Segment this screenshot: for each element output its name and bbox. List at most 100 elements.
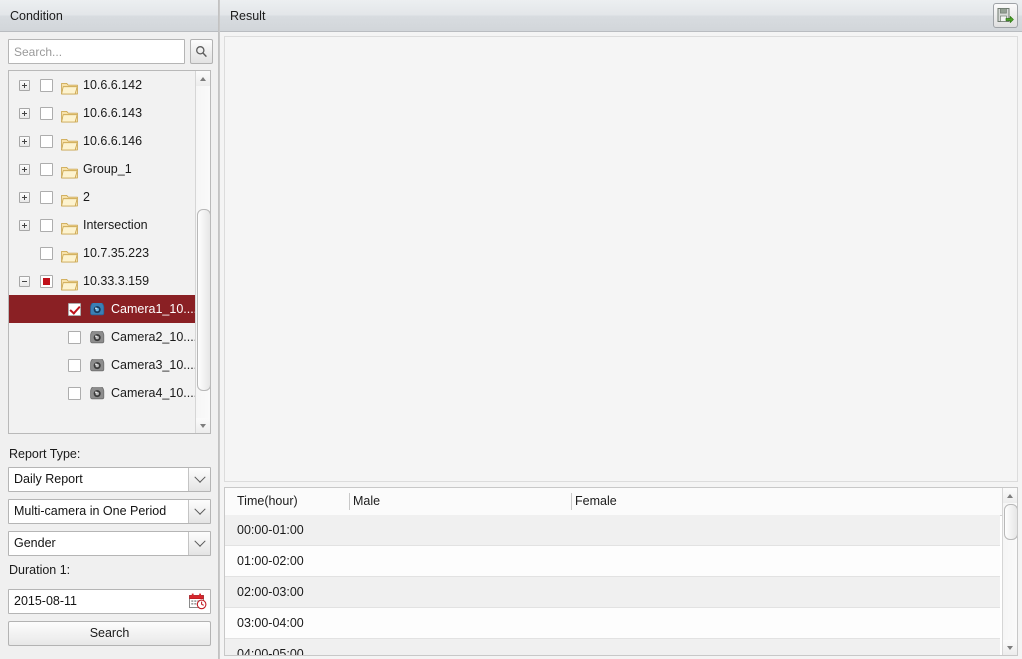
tree-expand-button[interactable] <box>19 80 30 91</box>
result-panel-title: Result <box>230 9 266 23</box>
report-type-select[interactable]: Daily Report <box>8 467 211 492</box>
table-scroll-up-button[interactable] <box>1003 488 1017 503</box>
table-scroll-thumb[interactable] <box>1004 504 1017 540</box>
condition-panel-title: Condition <box>0 0 218 32</box>
folder-icon <box>61 273 78 291</box>
tree-node-label: Camera3_10.... <box>111 358 195 372</box>
result-table[interactable]: Time(hour) Male Female 00:00-01:00 01:00-02… <box>224 487 1018 656</box>
camera-icon <box>90 356 105 372</box>
tree-node-checkbox[interactable] <box>68 359 81 372</box>
tree-node-checkbox[interactable] <box>40 247 53 260</box>
tree-node[interactable]: 10.6.6.143 <box>9 99 195 127</box>
column-divider[interactable] <box>571 493 572 510</box>
statistics-mode-select[interactable]: Multi-camera in One Period <box>8 499 211 524</box>
tree-expand-button[interactable] <box>19 108 30 119</box>
table-column-header[interactable]: Time(hour) <box>237 488 298 515</box>
camera-icon <box>90 328 105 344</box>
report-type-dropdown-button[interactable] <box>188 468 210 491</box>
table-cell-time: 02:00-03:00 <box>237 585 304 599</box>
condition-body: 10.6.6.142 10.6.6.143 10.6.6.146 Group_1 2 In… <box>0 33 219 659</box>
tree-node-checkbox[interactable] <box>68 387 81 400</box>
tree-node[interactable]: 10.7.35.223 <box>9 239 195 267</box>
tree-node-checkbox[interactable] <box>40 135 53 148</box>
table-row[interactable]: 04:00-05:00 <box>225 639 1000 655</box>
column-divider[interactable] <box>349 493 350 510</box>
result-panel-header: Result <box>220 0 1022 32</box>
search-submit-button[interactable]: Search <box>8 621 211 646</box>
tree-scroll-thumb[interactable] <box>197 209 210 391</box>
tree-node-checkbox[interactable] <box>40 191 53 204</box>
folder-icon <box>61 217 78 235</box>
tree-node[interactable]: 10.6.6.142 <box>9 71 195 99</box>
folder-icon <box>61 251 78 263</box>
table-column-header[interactable]: Female <box>575 488 617 515</box>
tree-node[interactable]: 10.6.6.146 <box>9 127 195 155</box>
tree-node-checkbox[interactable] <box>68 331 81 344</box>
camera-icon <box>89 384 106 401</box>
tree-node[interactable]: Camera1_10.... <box>9 295 195 323</box>
tree-scroll-up-button[interactable] <box>196 71 210 86</box>
tree-expand-button[interactable] <box>19 164 30 175</box>
folder-icon <box>61 189 78 207</box>
tree-node-checkbox[interactable] <box>68 303 81 316</box>
tree-node[interactable]: Camera4_10.... <box>9 379 195 407</box>
tree-node-label: Camera1_10.... <box>111 302 195 316</box>
table-row[interactable]: 03:00-04:00 <box>225 608 1000 639</box>
camera-icon <box>89 328 106 345</box>
tree-node-label: Group_1 <box>83 162 132 176</box>
report-type-value: Daily Report <box>14 472 83 486</box>
statistics-mode-dropdown-button[interactable] <box>188 500 210 523</box>
tree-node[interactable]: 2 <box>9 183 195 211</box>
tree-node-checkbox[interactable] <box>40 163 53 176</box>
result-table-header: Time(hour) Male Female <box>225 488 1017 516</box>
report-type-label: Report Type: <box>9 447 81 461</box>
duration-date-field[interactable]: 2015-08-11 <box>8 589 211 614</box>
condition-panel: Condition 10.6.6.142 10.6.6.143 10.6.6.146… <box>0 0 219 659</box>
tree-scrollbar[interactable] <box>195 71 210 433</box>
result-table-body: 00:00-01:00 01:00-02:00 02:00-03:00 03:00-0… <box>225 515 1000 655</box>
camera-icon-active <box>90 300 105 316</box>
statistics-item-value: Gender <box>14 536 56 550</box>
search-input[interactable] <box>8 39 185 64</box>
export-button[interactable] <box>993 3 1018 28</box>
folder-icon <box>61 111 78 123</box>
tree-node-checkbox[interactable] <box>40 107 53 120</box>
tree-expand-button[interactable] <box>19 220 30 231</box>
statistics-item-select[interactable]: Gender <box>8 531 211 556</box>
chevron-down-icon <box>193 471 206 483</box>
folder-icon <box>61 245 78 263</box>
table-scroll-down-button[interactable] <box>1003 640 1017 655</box>
device-tree[interactable]: 10.6.6.142 10.6.6.143 10.6.6.146 Group_1 2 In… <box>8 70 211 434</box>
export-icon <box>997 8 1014 23</box>
search-icon <box>196 46 207 58</box>
camera-icon-active <box>89 300 106 317</box>
tree-node[interactable]: Intersection <box>9 211 195 239</box>
tree-node[interactable]: Group_1 <box>9 155 195 183</box>
tree-scroll-down-button[interactable] <box>196 418 210 433</box>
tree-expand-button[interactable] <box>19 136 30 147</box>
tree-collapse-button[interactable] <box>19 276 30 287</box>
table-row[interactable]: 00:00-01:00 <box>225 515 1000 546</box>
tree-node-checkbox[interactable] <box>40 275 53 288</box>
search-button[interactable] <box>190 39 213 64</box>
report-window: Condition 10.6.6.142 10.6.6.143 10.6.6.146… <box>0 0 1022 659</box>
tree-node-checkbox[interactable] <box>40 79 53 92</box>
statistics-item-dropdown-button[interactable] <box>188 532 210 555</box>
tree-node[interactable]: Camera2_10.... <box>9 323 195 351</box>
duration-label: Duration 1: <box>9 563 71 577</box>
tree-expand-button[interactable] <box>19 192 30 203</box>
tree-node[interactable]: 10.33.3.159 <box>9 267 195 295</box>
folder-icon <box>61 195 78 207</box>
table-scrollbar[interactable] <box>1002 488 1017 655</box>
tree-node-label: 10.6.6.142 <box>83 78 143 92</box>
tree-node-checkbox[interactable] <box>40 219 53 232</box>
table-column-header[interactable]: Male <box>353 488 380 515</box>
caret-up-icon <box>1007 493 1013 498</box>
result-panel: Result Time(hour) Male Female 00:00-01:00 0… <box>220 0 1022 659</box>
tree-node[interactable]: Camera3_10.... <box>9 351 195 379</box>
caret-down-icon <box>1007 645 1013 650</box>
table-row[interactable]: 02:00-03:00 <box>225 577 1000 608</box>
calendar-picker-button[interactable] <box>189 593 207 610</box>
camera-icon <box>89 356 106 373</box>
table-row[interactable]: 01:00-02:00 <box>225 546 1000 577</box>
